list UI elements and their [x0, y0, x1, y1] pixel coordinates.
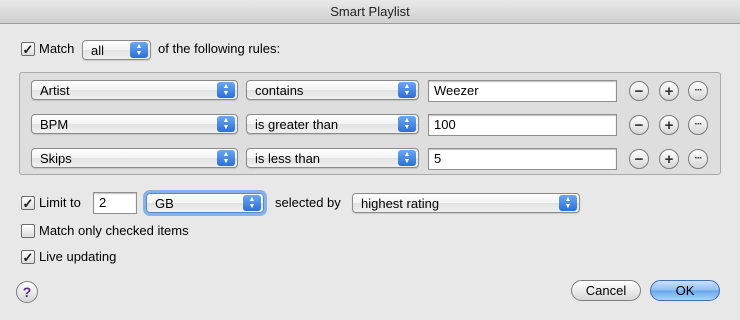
ellipsis-icon: ···: [694, 119, 703, 130]
rule-operator-value: contains: [255, 82, 304, 98]
up-down-arrows-icon: ▲ ▼: [398, 150, 416, 166]
rule-field-popup[interactable]: BPM ▲ ▼: [31, 114, 238, 134]
minus-icon: −: [634, 150, 644, 168]
plus-icon: +: [664, 82, 674, 100]
selected-by-value: highest rating: [361, 195, 440, 211]
minus-icon: −: [634, 82, 644, 100]
checkmark-icon: ✓: [22, 195, 34, 211]
rule-operator-value: is greater than: [255, 116, 339, 132]
match-label: Match: [39, 41, 75, 56]
up-down-arrows-icon: ▲ ▼: [217, 150, 235, 166]
match-mode-popup[interactable]: all ▲ ▼: [82, 40, 151, 60]
selected-by-label: selected by: [275, 195, 341, 210]
rule-operator-popup[interactable]: is greater than ▲ ▼: [246, 114, 419, 134]
limit-unit-value: GB: [155, 195, 174, 211]
match-suffix-label: of the following rules:: [158, 41, 281, 56]
help-icon: ?: [22, 284, 32, 300]
rule-field-value: Skips: [40, 150, 72, 166]
checkmark-icon: ✓: [22, 41, 34, 57]
window-title: Smart Playlist: [0, 0, 740, 24]
add-rule-button[interactable]: +: [659, 81, 679, 101]
rule-field-value: BPM: [40, 116, 69, 132]
rule-field-popup[interactable]: Skips ▲ ▼: [31, 148, 238, 168]
up-down-arrows-icon: ▲ ▼: [398, 82, 416, 98]
match-only-checked-label: Match only checked items: [39, 223, 189, 238]
live-updating-label: Live updating: [39, 249, 117, 264]
ok-button-label: OK: [675, 283, 695, 298]
remove-rule-button[interactable]: −: [629, 81, 649, 101]
remove-rule-button[interactable]: −: [629, 115, 649, 135]
ellipsis-icon: ···: [694, 85, 703, 96]
rule-field-value: Artist: [40, 82, 70, 98]
limit-amount-field[interactable]: 2: [93, 192, 137, 214]
plus-icon: +: [664, 150, 674, 168]
rule-field-popup[interactable]: Artist ▲ ▼: [31, 80, 238, 100]
nested-rule-button[interactable]: ···: [688, 149, 708, 169]
help-button[interactable]: ?: [16, 281, 38, 303]
up-down-arrows-icon: ▲ ▼: [130, 42, 148, 58]
up-down-arrows-icon: ▲ ▼: [559, 195, 577, 211]
cancel-button[interactable]: Cancel: [571, 280, 641, 301]
up-down-arrows-icon: ▲ ▼: [243, 195, 261, 211]
rule-operator-popup[interactable]: is less than ▲ ▼: [246, 148, 419, 168]
match-only-checked-checkbox[interactable]: [21, 224, 35, 238]
checkmark-icon: ✓: [22, 249, 34, 265]
add-rule-button[interactable]: +: [659, 115, 679, 135]
live-updating-checkbox[interactable]: ✓: [21, 250, 35, 264]
rule-operator-value: is less than: [255, 150, 321, 166]
rule-value-field[interactable]: 5: [428, 148, 617, 170]
nested-rule-button[interactable]: ···: [688, 81, 708, 101]
add-rule-button[interactable]: +: [659, 149, 679, 169]
rule-operator-popup[interactable]: contains ▲ ▼: [246, 80, 419, 100]
limit-checkbox[interactable]: ✓: [21, 196, 35, 210]
up-down-arrows-icon: ▲ ▼: [217, 116, 235, 132]
selected-by-popup[interactable]: highest rating ▲ ▼: [352, 193, 580, 213]
up-down-arrows-icon: ▲ ▼: [217, 82, 235, 98]
match-mode-value: all: [91, 42, 105, 58]
limit-label: Limit to: [39, 195, 81, 210]
remove-rule-button[interactable]: −: [629, 149, 649, 169]
cancel-button-label: Cancel: [585, 283, 627, 298]
ellipsis-icon: ···: [694, 153, 703, 164]
up-down-arrows-icon: ▲ ▼: [398, 116, 416, 132]
minus-icon: −: [634, 116, 644, 134]
rule-value-field[interactable]: 100: [428, 114, 617, 136]
nested-rule-button[interactable]: ···: [688, 115, 708, 135]
plus-icon: +: [664, 116, 674, 134]
rule-value-field[interactable]: Weezer: [428, 80, 617, 102]
limit-unit-popup[interactable]: GB ▲ ▼: [146, 193, 264, 213]
ok-button[interactable]: OK: [650, 280, 720, 301]
match-checkbox[interactable]: ✓: [21, 42, 35, 56]
